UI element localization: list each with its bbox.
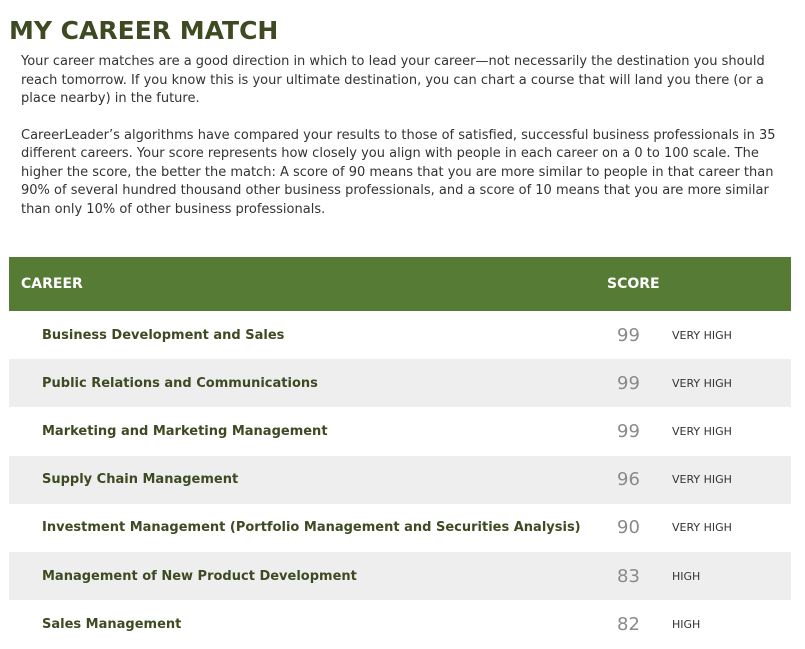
match-level: VERY HIGH [672,424,732,438]
match-level: VERY HIGH [672,328,732,342]
table-row: Marketing and Marketing Management 99 VE… [9,407,791,455]
career-score: 99 [617,372,640,394]
table-row: Management of New Product Development 83… [9,551,791,601]
career-score: 82 [617,613,640,635]
career-name: Public Relations and Communications [42,375,318,391]
column-header-career: CAREER [21,276,83,292]
career-score: 90 [617,517,640,539]
career-name: Investment Management (Portfolio Managem… [42,520,581,536]
intro-paragraph: CareerLeader’s algorithms have compared … [21,127,776,217]
career-match-table: CAREER SCORE Business Development and Sa… [9,257,791,648]
table-row: Investment Management (Portfolio Managem… [9,504,791,552]
career-name: Business Development and Sales [42,327,285,343]
career-name: Management of New Product Development [42,568,357,584]
career-name: Marketing and Marketing Management [42,423,328,439]
career-score: 99 [617,420,640,442]
table-row: Sales Management 82 HIGH [9,600,791,648]
column-header-score: SCORE [607,276,660,292]
match-level: VERY HIGH [672,521,732,535]
match-level: VERY HIGH [672,473,732,487]
career-name: Sales Management [42,616,182,632]
career-score: 96 [617,469,640,491]
table-row: Supply Chain Management 96 VERY HIGH [9,455,791,504]
table-row: Business Development and Sales 99 VERY H… [9,311,791,359]
match-level: VERY HIGH [672,376,732,390]
intro-paragraph: Your career matches are a good direction… [21,54,765,106]
career-score: 83 [617,565,640,587]
match-level: HIGH [672,617,701,631]
intro-text: Your career matches are a good direction… [21,53,791,219]
table-row: Public Relations and Communications 99 V… [9,359,791,408]
page-title: MY CAREER MATCH [9,16,279,45]
match-level: HIGH [672,569,701,583]
career-score: 99 [617,324,640,346]
career-name: Supply Chain Management [42,472,239,488]
table-header: CAREER SCORE [9,257,791,311]
